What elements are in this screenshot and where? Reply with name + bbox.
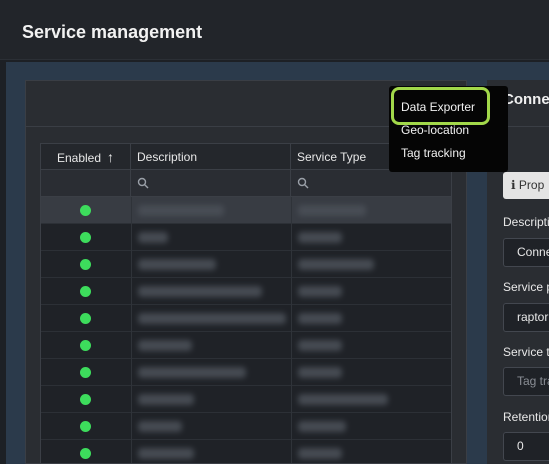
redacted-text: [138, 394, 194, 405]
service-type-cell: [291, 278, 342, 305]
column-label: Description: [137, 150, 198, 164]
redacted-text: [298, 232, 342, 243]
description-cell: [131, 197, 224, 224]
search-icon: [137, 177, 149, 189]
retention-label: Retention: [503, 410, 549, 424]
table-row[interactable]: [41, 440, 451, 463]
tab-properties[interactable]: ℹ Prop: [503, 172, 549, 199]
page-title: Service management: [22, 22, 203, 42]
table-row[interactable]: [41, 197, 451, 224]
service-type-cell: [291, 305, 342, 332]
table-row[interactable]: [41, 251, 451, 278]
redacted-text: [138, 205, 224, 216]
service-type-filter-input[interactable]: [291, 170, 451, 197]
grid-rows: [41, 197, 451, 463]
description-cell: [131, 251, 216, 278]
service-type-cell: [291, 440, 342, 463]
status-dot-icon: [80, 205, 91, 216]
description-cell: [131, 359, 246, 386]
menu-item-geo-location[interactable]: Geo-location: [401, 123, 469, 137]
service-type-cell: [291, 224, 342, 251]
redacted-text: [138, 259, 216, 270]
redacted-text: [298, 448, 342, 459]
redacted-text: [298, 367, 342, 378]
redacted-text: [298, 421, 346, 432]
highlight-outline: [391, 87, 490, 125]
redacted-text: [138, 367, 246, 378]
table-row[interactable]: [41, 224, 451, 251]
table-row[interactable]: [41, 413, 451, 440]
service-type-cell: [291, 332, 342, 359]
description-label: Descripti: [503, 215, 549, 229]
column-header-description[interactable]: Description: [131, 144, 291, 170]
redacted-text: [298, 313, 342, 324]
service-type-cell: [291, 386, 388, 413]
redacted-text: [138, 232, 168, 243]
service-type-cell: [291, 413, 346, 440]
description-cell: [131, 278, 262, 305]
description-cell: [131, 386, 194, 413]
retention-field[interactable]: 0: [503, 432, 549, 461]
status-dot-icon: [80, 340, 91, 351]
status-dot-icon: [80, 394, 91, 405]
status-dot-icon: [80, 286, 91, 297]
status-dot-icon: [80, 232, 91, 243]
description-cell: [131, 305, 286, 332]
table-row[interactable]: [41, 386, 451, 413]
service-type-cell: [291, 359, 342, 386]
search-icon: [297, 177, 309, 189]
table-row[interactable]: [41, 332, 451, 359]
service-type-cell: [291, 251, 374, 278]
status-dot-icon: [80, 448, 91, 459]
menu-item-tag-tracking[interactable]: Tag tracking: [401, 146, 466, 160]
description-cell: [131, 440, 194, 463]
service-provider-field[interactable]: raptor: [503, 303, 549, 332]
description-cell: [131, 332, 192, 359]
table-row[interactable]: [41, 305, 451, 332]
enabled-filter-cell: [41, 170, 131, 197]
table-row[interactable]: [41, 359, 451, 386]
redacted-text: [138, 421, 182, 432]
description-cell: [131, 413, 182, 440]
services-grid: Enabled ↑ Description Service Type: [40, 143, 452, 464]
status-dot-icon: [80, 259, 91, 270]
redacted-text: [138, 448, 194, 459]
tab-label: Prop: [518, 178, 545, 192]
details-title: Conne: [503, 91, 549, 108]
column-header-enabled[interactable]: Enabled ↑: [41, 144, 131, 170]
status-dot-icon: [80, 421, 91, 432]
description-field[interactable]: Conne: [503, 238, 549, 267]
redacted-text: [298, 394, 388, 405]
service-provider-label: Service p: [503, 280, 549, 294]
arrow-up-icon[interactable]: ↑: [107, 144, 114, 170]
redacted-text: [298, 205, 366, 216]
redacted-text: [138, 286, 262, 297]
column-label: Enabled: [56, 151, 102, 165]
grid-filter-row: [41, 170, 451, 197]
redacted-text: [298, 286, 342, 297]
service-type-field[interactable]: Tag tra: [503, 367, 549, 396]
page: Service management Enabled ↑ Description …: [0, 0, 549, 464]
info-icon: ℹ: [511, 178, 516, 192]
column-label: Service Type: [297, 150, 367, 164]
top-bar: Service management: [0, 0, 549, 60]
service-type-cell: [291, 197, 366, 224]
description-filter-input[interactable]: [131, 170, 291, 197]
redacted-text: [138, 313, 286, 324]
redacted-text: [138, 340, 192, 351]
status-dot-icon: [80, 313, 91, 324]
redacted-text: [298, 259, 374, 270]
redacted-text: [298, 340, 342, 351]
service-type-label: Service t: [503, 345, 549, 359]
status-dot-icon: [80, 367, 91, 378]
description-cell: [131, 224, 168, 251]
table-row[interactable]: [41, 278, 451, 305]
